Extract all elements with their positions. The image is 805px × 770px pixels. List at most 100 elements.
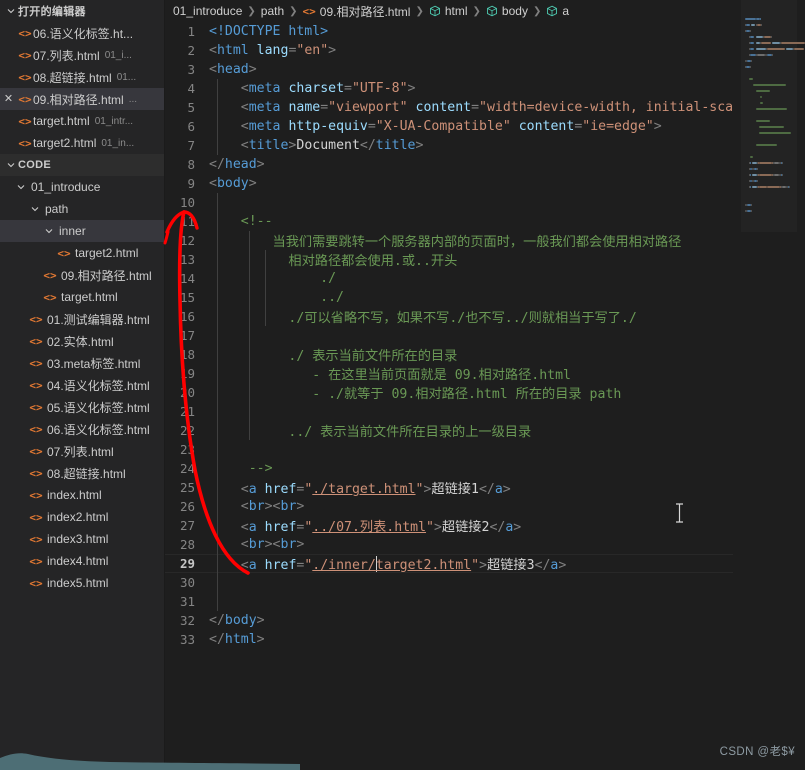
- tree-file-item[interactable]: <> 01.测试编辑器.html: [0, 308, 164, 330]
- tree-file-item[interactable]: <> index4.html: [0, 550, 164, 572]
- chevron-down-icon: [42, 224, 56, 238]
- tree-file-item[interactable]: <> index2.html: [0, 506, 164, 528]
- close-icon[interactable]: ✕: [0, 93, 17, 105]
- breadcrumb-item[interactable]: path: [261, 4, 284, 18]
- code-token: >: [248, 62, 257, 77]
- minimap-line: [755, 120, 771, 122]
- tree-file-item[interactable]: <> 02.实体.html: [0, 330, 164, 352]
- tree-file-item[interactable]: <> 07.列表.html: [0, 440, 164, 462]
- code-line[interactable]: 19 - 在这里当前页面就是 09.相对路径.html: [165, 364, 805, 383]
- code-line[interactable]: 32 </body>: [165, 611, 805, 630]
- open-editor-item[interactable]: <> target2.html 01_in...: [0, 132, 164, 154]
- code-line-text: ./可以省略不写，如果不写./也不写../则就相当于写了./: [209, 307, 636, 326]
- open-editor-item[interactable]: <> 06.语义化标签.ht...: [0, 22, 164, 44]
- code-line-text: ./: [209, 271, 336, 286]
- breadcrumb-label: body: [501, 4, 528, 18]
- explorer-header[interactable]: CODE: [0, 154, 164, 176]
- indent-guide: [217, 554, 218, 573]
- code-token: >: [256, 157, 265, 172]
- tree-file-item[interactable]: <> 05.语义化标签.html: [0, 396, 164, 418]
- code-line[interactable]: 29 <a href="./inner/target2.html">超链接3</…: [165, 554, 805, 573]
- breadcrumb-item[interactable]: <> 09.相对路径.html: [303, 3, 411, 20]
- tree-file-item[interactable]: <> 08.超链接.html: [0, 462, 164, 484]
- tree-file-item[interactable]: <> index5.html: [0, 572, 164, 594]
- minimap-line: [760, 42, 772, 44]
- code-line[interactable]: 26 <br><br>: [165, 497, 805, 516]
- code-line[interactable]: 21: [165, 402, 805, 421]
- code-line[interactable]: 11 <!--: [165, 212, 805, 231]
- code-line[interactable]: 12 当我们需要跳转一个服务器内部的页面时，一般我们都会使用相对路径: [165, 231, 805, 250]
- code-token: 当我们需要跳转一个服务器内部的页面时，一般我们都会使用相对路径: [272, 235, 682, 250]
- code-line[interactable]: 33 </html>: [165, 630, 805, 649]
- code-line[interactable]: 2 <html lang="en">: [165, 41, 805, 60]
- code-line[interactable]: 28 <br><br>: [165, 535, 805, 554]
- tree-folder-01_introduce[interactable]: 01_introduce: [0, 176, 164, 198]
- breadcrumb-item[interactable]: body: [486, 4, 528, 18]
- breadcrumb-item[interactable]: html: [429, 4, 468, 18]
- tree-folder-inner[interactable]: inner: [0, 220, 164, 242]
- minimap-slider[interactable]: [741, 0, 797, 232]
- code-token: <: [240, 537, 249, 552]
- open-editor-item[interactable]: <> 07.列表.html 01_i...: [0, 44, 164, 66]
- code-line[interactable]: 27 <a href="../07.列表.html">超链接2</a>: [165, 516, 805, 535]
- code-line[interactable]: 30: [165, 573, 805, 592]
- tree-file-item[interactable]: <> target.html: [0, 286, 164, 308]
- code-line[interactable]: 10: [165, 193, 805, 212]
- code-token: <: [209, 176, 217, 191]
- tree-folder-path[interactable]: path: [0, 198, 164, 220]
- html-file-icon: <>: [29, 532, 43, 546]
- explorer-label: CODE: [18, 159, 51, 171]
- code-token: http-equiv: [288, 119, 368, 134]
- code-token: charset: [288, 81, 345, 96]
- code-line[interactable]: 1 <!DOCTYPE html>: [165, 22, 805, 41]
- code-line[interactable]: 25 <a href="./target.html">超链接1</a>: [165, 478, 805, 497]
- code-line[interactable]: 15 ../: [165, 288, 805, 307]
- code-line-text: <head>: [209, 62, 257, 77]
- code-line[interactable]: 7 <title>Document</title>: [165, 136, 805, 155]
- open-editors-header[interactable]: 打开的编辑器: [0, 0, 164, 22]
- tree-file-item[interactable]: <> index3.html: [0, 528, 164, 550]
- html-file-icon: <>: [29, 312, 43, 326]
- code-line[interactable]: 8 </head>: [165, 155, 805, 174]
- code-line[interactable]: 20 - ./就等于 09.相对路径.html 所在的目录 path: [165, 383, 805, 402]
- tree-file-item[interactable]: <> 09.相对路径.html: [0, 264, 164, 286]
- code-token: <: [240, 119, 249, 134]
- code-token: >: [328, 43, 337, 58]
- tree-file-item[interactable]: <> 04.语义化标签.html: [0, 374, 164, 396]
- tree-file-item[interactable]: <> 03.meta标签.html: [0, 352, 164, 374]
- code-line[interactable]: 13 相对路径都会使用.或..开头: [165, 250, 805, 269]
- code-content[interactable]: 1 <!DOCTYPE html> 2 <html lang="en"> 3 <head>…: [165, 22, 805, 770]
- indent-guide: [249, 288, 250, 307]
- open-editor-item[interactable]: <> 08.超链接.html 01...: [0, 66, 164, 88]
- open-editor-item[interactable]: ✕ <> 09.相对路径.html...: [0, 88, 164, 110]
- code-line[interactable]: 18 ./ 表示当前文件所在的目录: [165, 345, 805, 364]
- code-line[interactable]: 22 ../ 表示当前文件所在目录的上一级目录: [165, 421, 805, 440]
- code-line[interactable]: 4 <meta charset="UTF-8">: [165, 79, 805, 98]
- html-file-icon: <>: [43, 268, 57, 282]
- breadcrumb-item[interactable]: a: [546, 4, 569, 18]
- indent-guide: [217, 459, 218, 478]
- tree-file-item[interactable]: <> target2.html: [0, 242, 164, 264]
- code-line[interactable]: 17: [165, 326, 805, 345]
- open-editor-item[interactable]: <> target.html 01_intr...: [0, 110, 164, 132]
- minimap-line: [785, 48, 794, 50]
- indent-guide: [217, 136, 218, 155]
- tree-file-item[interactable]: <> 06.语义化标签.html: [0, 418, 164, 440]
- code-token: <: [240, 558, 249, 573]
- code-line[interactable]: 3 <head>: [165, 60, 805, 79]
- code-line[interactable]: 23: [165, 440, 805, 459]
- tree-item-label: 09.相对路径.html: [61, 268, 152, 283]
- code-line[interactable]: 31: [165, 592, 805, 611]
- code-token: <: [209, 62, 217, 77]
- breadcrumb-item[interactable]: 01_introduce: [173, 4, 242, 18]
- code-line[interactable]: 24 -->: [165, 459, 805, 478]
- code-line[interactable]: 16 ./可以省略不写，如果不写./也不写../则就相当于写了./: [165, 307, 805, 326]
- code-line[interactable]: 9 <body>: [165, 174, 805, 193]
- code-line[interactable]: 14 ./: [165, 269, 805, 288]
- tree-file-item[interactable]: <> index.html: [0, 484, 164, 506]
- code-line[interactable]: 5 <meta name="viewport" content="width=d…: [165, 98, 805, 117]
- code-line[interactable]: 6 <meta http-equiv="X-UA-Compatible" con…: [165, 117, 805, 136]
- minimap[interactable]: [733, 0, 805, 770]
